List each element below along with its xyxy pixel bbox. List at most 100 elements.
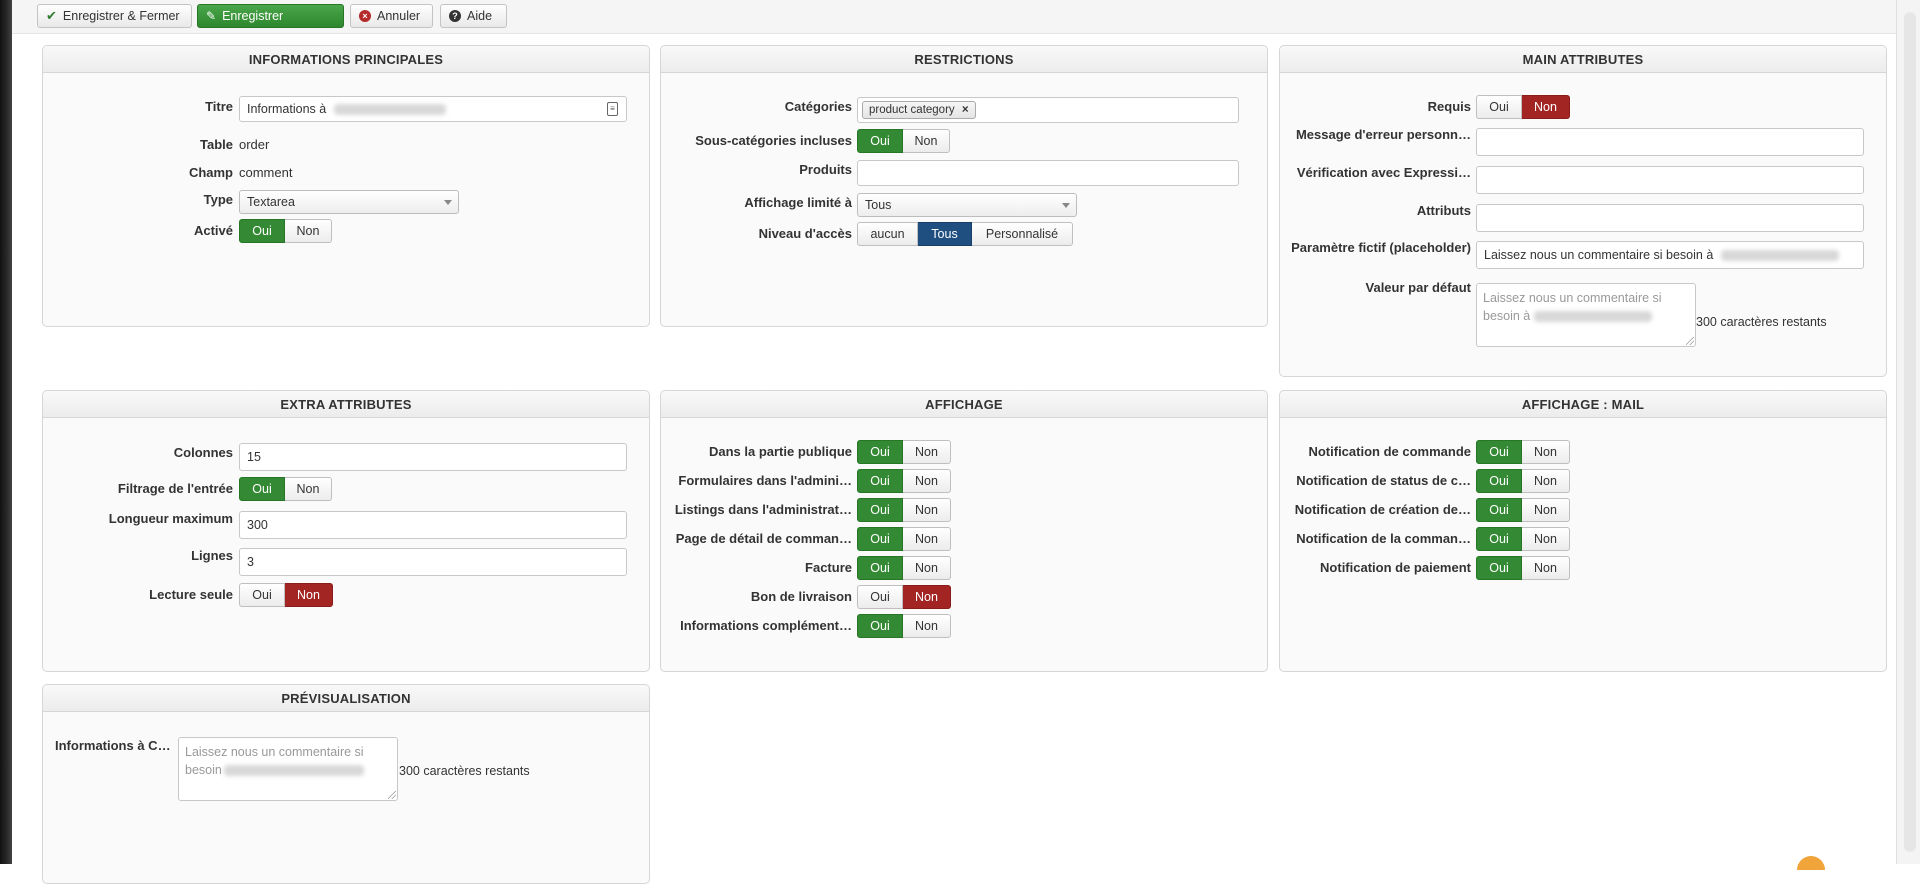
readonly-no[interactable]: Non — [285, 583, 333, 607]
default-placeholder-line1: Laissez nous un commentaire si — [1483, 291, 1662, 305]
readonly-yes[interactable]: Oui — [239, 583, 285, 607]
toggle-row: Formulaires dans l'admini… Oui Non — [661, 469, 1267, 498]
table-value: order — [239, 137, 270, 152]
edit-icon: ✎ — [206, 9, 217, 23]
access-none[interactable]: aucun — [857, 222, 918, 246]
toggle-no[interactable]: Non — [903, 469, 951, 493]
readonly-toggle[interactable]: Oui Non — [239, 583, 333, 607]
readonly-label: Lecture seule — [149, 587, 233, 602]
toggle-yes[interactable]: Oui — [857, 440, 903, 464]
restrictions-panel: RESTRICTIONS Catégories product category… — [660, 45, 1268, 327]
placeholder-value: Laissez nous un commentaire si besoin à — [1484, 248, 1714, 262]
toggle-row: Dans la partie publique Oui Non — [661, 440, 1267, 469]
access-custom[interactable]: Personnalisé — [972, 222, 1073, 246]
required-toggle[interactable]: Oui Non — [1476, 95, 1570, 119]
yes-no-toggle[interactable]: Oui Non — [1476, 469, 1570, 493]
active-toggle[interactable]: Oui Non — [239, 219, 332, 243]
toggle-yes[interactable]: Oui — [857, 614, 903, 638]
error-message-input[interactable] — [1476, 128, 1864, 156]
resize-grip-icon[interactable] — [388, 791, 396, 799]
toggle-yes[interactable]: Oui — [1476, 556, 1522, 580]
subcategories-yes[interactable]: Oui — [857, 129, 903, 153]
yes-no-toggle[interactable]: Oui Non — [857, 614, 951, 638]
input-filter-yes[interactable]: Oui — [239, 477, 285, 501]
toggle-yes[interactable]: Oui — [857, 556, 903, 580]
active-no[interactable]: Non — [285, 219, 332, 243]
categories-label: Catégories — [784, 99, 852, 114]
input-filter-toggle[interactable]: Oui Non — [239, 477, 332, 501]
max-length-input[interactable]: 300 — [239, 511, 627, 539]
save-label: Enregistrer — [222, 9, 284, 23]
toggle-yes[interactable]: Oui — [857, 469, 903, 493]
type-select[interactable]: Textarea — [239, 190, 459, 214]
toggle-no[interactable]: Non — [903, 585, 951, 609]
toggle-no[interactable]: Non — [1522, 440, 1570, 464]
toggle-no[interactable]: Non — [903, 614, 951, 638]
active-yes[interactable]: Oui — [239, 219, 285, 243]
input-filter-no[interactable]: Non — [285, 477, 332, 501]
category-chip[interactable]: product category × — [862, 101, 976, 119]
toggle-no[interactable]: Non — [903, 440, 951, 464]
toggle-row: Notification de la comman… Oui Non — [1280, 527, 1886, 556]
rows-input[interactable]: 3 — [239, 548, 627, 576]
floating-help-badge[interactable] — [1797, 856, 1825, 870]
yes-no-toggle[interactable]: Oui Non — [1476, 527, 1570, 551]
yes-no-toggle[interactable]: Oui Non — [857, 585, 951, 609]
toggle-yes[interactable]: Oui — [1476, 440, 1522, 464]
products-input[interactable] — [857, 160, 1239, 186]
yes-no-toggle[interactable]: Oui Non — [857, 556, 951, 580]
toggle-yes[interactable]: Oui — [1476, 498, 1522, 522]
vertical-scrollbar[interactable] — [1896, 0, 1920, 864]
placeholder-input[interactable]: Laissez nous un commentaire si besoin à — [1476, 241, 1864, 269]
titre-input[interactable]: Informations à ≡ — [239, 96, 627, 122]
toggle-no[interactable]: Non — [1522, 527, 1570, 551]
toggle-yes[interactable]: Oui — [857, 527, 903, 551]
resize-grip-icon[interactable] — [1686, 337, 1694, 345]
save-button[interactable]: ✎ Enregistrer — [197, 4, 344, 28]
yes-no-toggle[interactable]: Oui Non — [857, 440, 951, 464]
toggle-yes[interactable]: Oui — [1476, 469, 1522, 493]
document-icon[interactable]: ≡ — [607, 102, 618, 116]
default-value-textarea[interactable]: Laissez nous un commentaire si besoin à — [1476, 283, 1696, 347]
toggle-yes[interactable]: Oui — [857, 498, 903, 522]
toggle-no[interactable]: Non — [1522, 498, 1570, 522]
attributes-input[interactable] — [1476, 204, 1864, 232]
display-mail-panel: AFFICHAGE : MAIL Notification de command… — [1279, 390, 1887, 672]
required-yes[interactable]: Oui — [1476, 95, 1522, 119]
cancel-button[interactable]: × Annuler — [350, 4, 433, 28]
columns-input[interactable]: 15 — [239, 443, 627, 471]
champ-label: Champ — [188, 165, 233, 180]
toggle-no[interactable]: Non — [1522, 556, 1570, 580]
toggle-no[interactable]: Non — [1522, 469, 1570, 493]
yes-no-toggle[interactable]: Oui Non — [857, 498, 951, 522]
toggle-no[interactable]: Non — [903, 527, 951, 551]
preview-textarea[interactable]: Laissez nous un commentaire si besoin — [178, 737, 398, 801]
required-no[interactable]: Non — [1522, 95, 1570, 119]
regex-input[interactable] — [1476, 166, 1864, 194]
display-limited-select[interactable]: Tous — [857, 193, 1077, 217]
preview-field-label: Informations à C… — [55, 738, 171, 753]
close-icon[interactable]: × — [962, 104, 969, 116]
yes-no-toggle[interactable]: Oui Non — [1476, 556, 1570, 580]
yes-no-toggle[interactable]: Oui Non — [857, 527, 951, 551]
toggle-no[interactable]: Non — [903, 498, 951, 522]
subcategories-toggle[interactable]: Oui Non — [857, 129, 950, 153]
columns-label: Colonnes — [173, 445, 233, 460]
toggle-no[interactable]: Non — [903, 556, 951, 580]
preview-placeholder-line1: Laissez nous un commentaire si — [185, 745, 364, 759]
access-all[interactable]: Tous — [918, 222, 972, 246]
toggle-yes[interactable]: Oui — [1476, 527, 1522, 551]
toggle-row-label: Notification de commande — [1308, 444, 1471, 459]
yes-no-toggle[interactable]: Oui Non — [1476, 440, 1570, 464]
yes-no-toggle[interactable]: Oui Non — [1476, 498, 1570, 522]
toggle-yes[interactable]: Oui — [857, 585, 903, 609]
yes-no-toggle[interactable]: Oui Non — [857, 469, 951, 493]
save-close-button[interactable]: ✔ Enregistrer & Fermer — [37, 4, 192, 28]
help-label: Aide — [467, 9, 493, 23]
help-button[interactable]: ? Aide — [440, 4, 507, 28]
subcategories-no[interactable]: Non — [903, 129, 950, 153]
categories-input[interactable]: product category × — [857, 97, 1239, 123]
access-level-toggle[interactable]: aucun Tous Personnalisé — [857, 222, 1073, 246]
toggle-row-label: Formulaires dans l'admini… — [678, 473, 852, 488]
scrollbar-thumb[interactable] — [1904, 12, 1916, 852]
